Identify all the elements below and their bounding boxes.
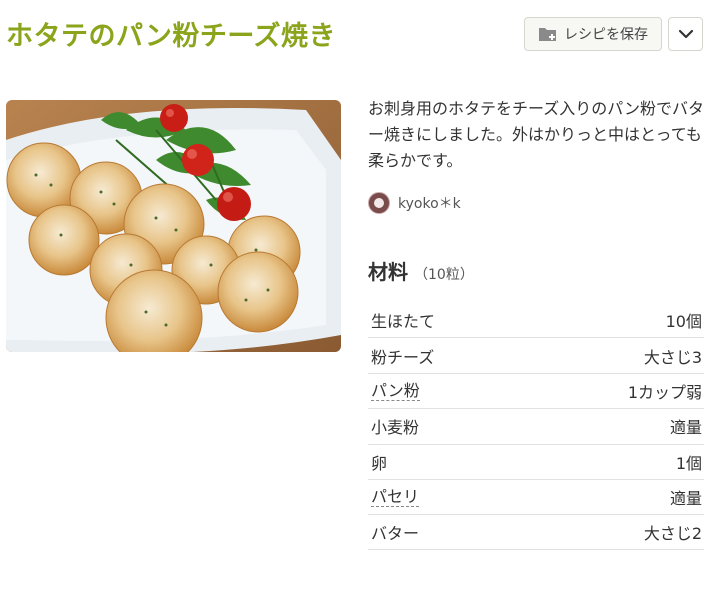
ingredient-name-link[interactable]: パセリ: [371, 487, 420, 508]
ingredients-heading: 材料 （10粒）: [368, 256, 474, 285]
ingredient-amount: 適量: [669, 489, 702, 509]
folder-plus-icon: [538, 25, 558, 43]
ingredient-amount: 適量: [669, 418, 702, 438]
author-avatar: [368, 192, 390, 214]
ingredient-name-link[interactable]: パン粉: [371, 381, 420, 401]
ingredient-row: バター 大さじ2: [368, 514, 704, 550]
ingredient-row: 粉チーズ 大さじ3: [368, 337, 704, 372]
ingredient-amount: 10個: [665, 311, 702, 331]
ingredient-name: バター: [371, 524, 420, 544]
chevron-down-icon: [678, 25, 694, 44]
ingredient-row: 生ほたて 10個: [368, 302, 704, 337]
author-link[interactable]: kyoko＊k: [368, 192, 461, 214]
more-options-button[interactable]: [668, 17, 703, 51]
ingredient-row: パン粉 1カップ弱: [368, 372, 704, 408]
recipe-title: ホタテのパン粉チーズ焼き: [6, 21, 336, 52]
save-recipe-button[interactable]: レシピを保存: [524, 17, 662, 51]
ingredients-title: 材料: [368, 260, 408, 284]
save-recipe-label: レシピを保存: [564, 27, 648, 43]
author-name: kyoko＊k: [398, 196, 461, 212]
ingredient-name: 粉チーズ: [371, 347, 435, 367]
ingredient-row: 小麦粉 適量: [368, 408, 704, 443]
ingredient-row: パセリ 適量: [368, 478, 704, 514]
ingredient-row: 卵 1個: [368, 443, 704, 479]
ingredient-amount: 大さじ3: [643, 347, 702, 367]
ingredient-list: 生ほたて 10個 粉チーズ 大さじ3 パン粉 1カップ弱 小麦粉 適量 卵 1個…: [368, 302, 704, 550]
ingredient-amount: 大さじ2: [643, 524, 702, 544]
ingredient-name: 小麦粉: [371, 418, 420, 438]
ingredient-amount: 1カップ弱: [627, 382, 702, 402]
recipe-photo: [6, 100, 341, 352]
ingredient-amount: 1個: [675, 453, 702, 473]
recipe-description: お刺身用のホタテをチーズ入りのパン粉でバター焼きにしました。外はかりっと中はとっ…: [368, 99, 705, 170]
ingredients-servings: （10粒）: [414, 267, 474, 283]
ingredient-name: 生ほたて: [371, 311, 436, 331]
ingredient-name: 卵: [371, 453, 388, 473]
